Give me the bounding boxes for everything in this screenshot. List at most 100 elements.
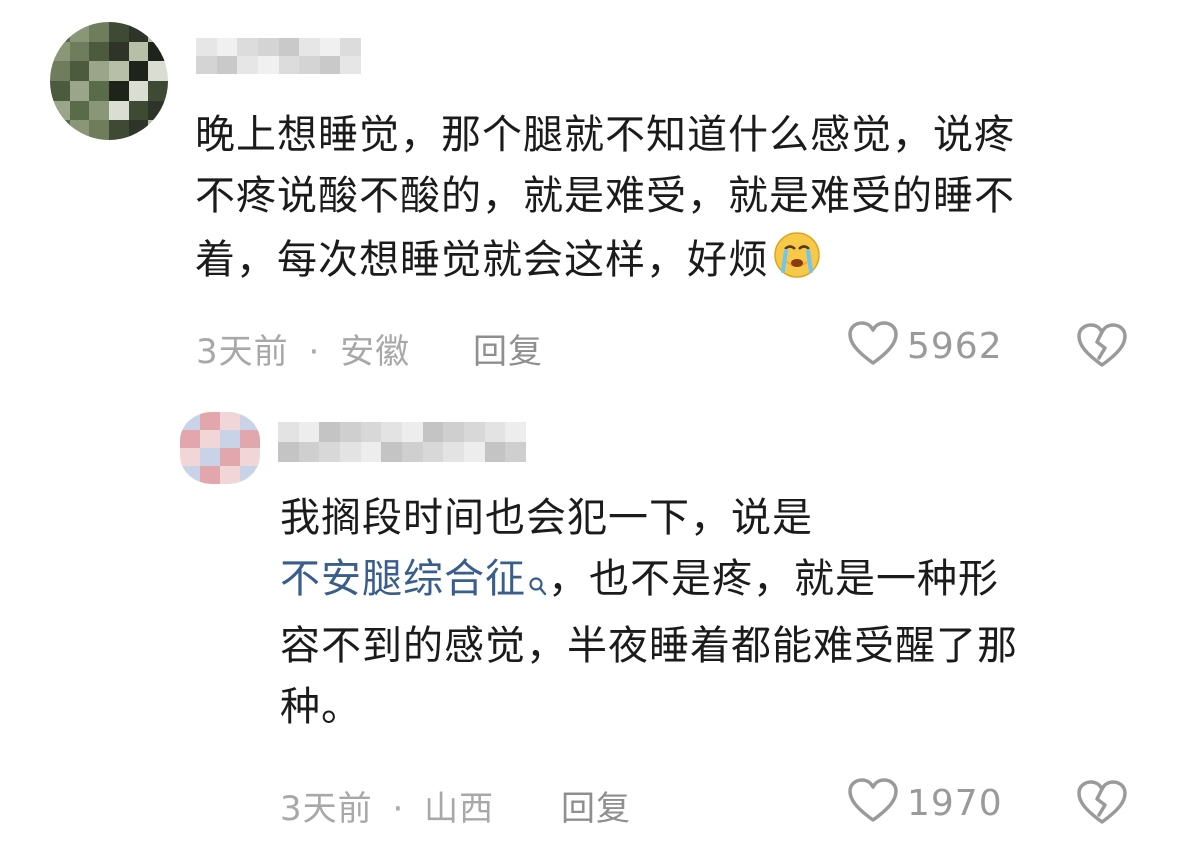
mosaic-pixel [148, 41, 168, 62]
comment-line: 我搁段时间也会犯一下，说是 [280, 495, 813, 541]
comment-text: 晚上想睡觉，那个腿就不知道什么感觉，说疼 不疼说酸不酸的，就是难受，就是难受的睡… [195, 105, 1155, 297]
mosaic-pixel [196, 56, 217, 74]
mosaic-pixel [319, 422, 340, 442]
mosaic-pixel [278, 422, 299, 442]
mosaic-pixel [298, 422, 320, 442]
meta-separator: · [392, 789, 405, 829]
mosaic-pixel [108, 120, 129, 140]
comment-meta: 3天前 · 安徽 [196, 324, 410, 373]
mosaic-pixel [463, 442, 485, 462]
comment-time: 3天前 [280, 789, 373, 829]
mosaic-pixel [69, 41, 90, 62]
mosaic-pixel [196, 38, 217, 56]
mosaic-pixel [69, 120, 90, 140]
comment-line: 种。 [280, 684, 362, 730]
search-link[interactable]: 不安腿综合征 [280, 556, 548, 602]
mosaic-pixel [339, 442, 361, 462]
mosaic-pixel [216, 56, 238, 74]
mosaic-pixel [422, 442, 444, 462]
mosaic-pixel [128, 41, 149, 62]
reply-button[interactable]: 回复 [561, 781, 631, 830]
mosaic-pixel [69, 100, 90, 121]
comment-line: 容不到的感觉，半夜睡着都能难受醒了那 [280, 623, 1018, 669]
mosaic-pixel [505, 442, 526, 462]
avatar[interactable] [180, 412, 260, 484]
mosaic-pixel [298, 442, 320, 462]
meta-separator: · [308, 332, 321, 372]
mosaic-pixel [360, 422, 382, 442]
dislike-button[interactable] [1076, 779, 1128, 831]
mosaic-pixel [505, 422, 526, 442]
like-count: 5962 [907, 325, 1003, 367]
mosaic-pixel [340, 38, 361, 56]
mosaic-pixel [278, 442, 299, 462]
like-button[interactable]: 1970 [847, 777, 1003, 829]
mosaic-pixel [443, 422, 464, 442]
mosaic-pixel [108, 41, 129, 62]
comment-line: 不安腿综合征 ，也不是疼，就是一种形 [280, 549, 1150, 616]
mosaic-pixel [319, 442, 340, 462]
mosaic-pixel [128, 61, 149, 81]
mosaic-pixel [180, 412, 200, 430]
mosaic-pixel [340, 56, 361, 74]
mosaic-pixel [89, 22, 109, 42]
mosaic-pixel [278, 38, 300, 56]
mosaic-pixel [216, 38, 238, 56]
mosaic-pixel [128, 80, 149, 101]
heart-icon [847, 777, 899, 829]
mosaic-pixel [381, 422, 402, 442]
mosaic-pixel [240, 466, 260, 484]
mosaic-pixel [69, 80, 90, 101]
mosaic-pixel [148, 22, 168, 42]
mosaic-pixel [148, 100, 168, 121]
avatar[interactable] [50, 22, 168, 140]
dislike-button[interactable] [1076, 322, 1128, 374]
mosaic-pixel [240, 448, 260, 466]
broken-heart-icon [1076, 323, 1128, 374]
username-blurred[interactable] [278, 422, 526, 462]
mosaic-pixel [422, 422, 444, 442]
crying-face-icon [771, 227, 823, 297]
mosaic-pixel [240, 412, 260, 430]
mosaic-pixel [237, 56, 258, 74]
mosaic-pixel [200, 448, 220, 466]
comment-line: 不疼说酸不酸的，就是难受，就是难受的睡不 [195, 173, 1015, 219]
mosaic-pixel [220, 466, 240, 484]
mosaic-pixel [360, 442, 382, 462]
mosaic-pixel [148, 80, 168, 101]
mosaic-pixel [401, 442, 423, 462]
mosaic-pixel [240, 430, 260, 448]
broken-heart-icon [1076, 780, 1128, 831]
username-blurred[interactable] [196, 38, 361, 74]
comment-time: 3天前 [196, 332, 289, 372]
mosaic-pixel [220, 412, 240, 430]
mosaic-pixel [401, 422, 423, 442]
heart-icon [847, 320, 899, 372]
mosaic-pixel [381, 442, 402, 462]
mosaic-pixel [50, 22, 70, 42]
mosaic-pixel [50, 120, 70, 140]
mosaic-pixel [128, 120, 149, 140]
mosaic-pixel [257, 56, 279, 74]
like-count: 1970 [907, 782, 1003, 824]
mosaic-pixel [200, 412, 220, 430]
mosaic-pixel [220, 448, 240, 466]
comment-line: 晚上想睡觉，那个腿就不知道什么感觉，说疼 [195, 112, 1015, 158]
mosaic-pixel [180, 448, 200, 466]
comment-location: 山西 [424, 789, 495, 829]
mosaic-pixel [220, 430, 240, 448]
mosaic-pixel [108, 100, 129, 121]
mosaic-pixel [484, 442, 506, 462]
like-button[interactable]: 5962 [847, 320, 1003, 372]
mosaic-pixel [89, 41, 109, 62]
mosaic-pixel [89, 80, 109, 101]
mosaic-pixel [69, 22, 90, 42]
mosaic-pixel [89, 61, 109, 81]
reply-button[interactable]: 回复 [473, 324, 543, 373]
comment-line: 着，每次想睡觉就会这样，好烦 [195, 227, 1155, 297]
mosaic-pixel [128, 22, 149, 42]
mosaic-pixel [463, 422, 485, 442]
mosaic-pixel [69, 61, 90, 81]
mosaic-pixel [339, 422, 361, 442]
comment-location: 安徽 [340, 332, 411, 372]
